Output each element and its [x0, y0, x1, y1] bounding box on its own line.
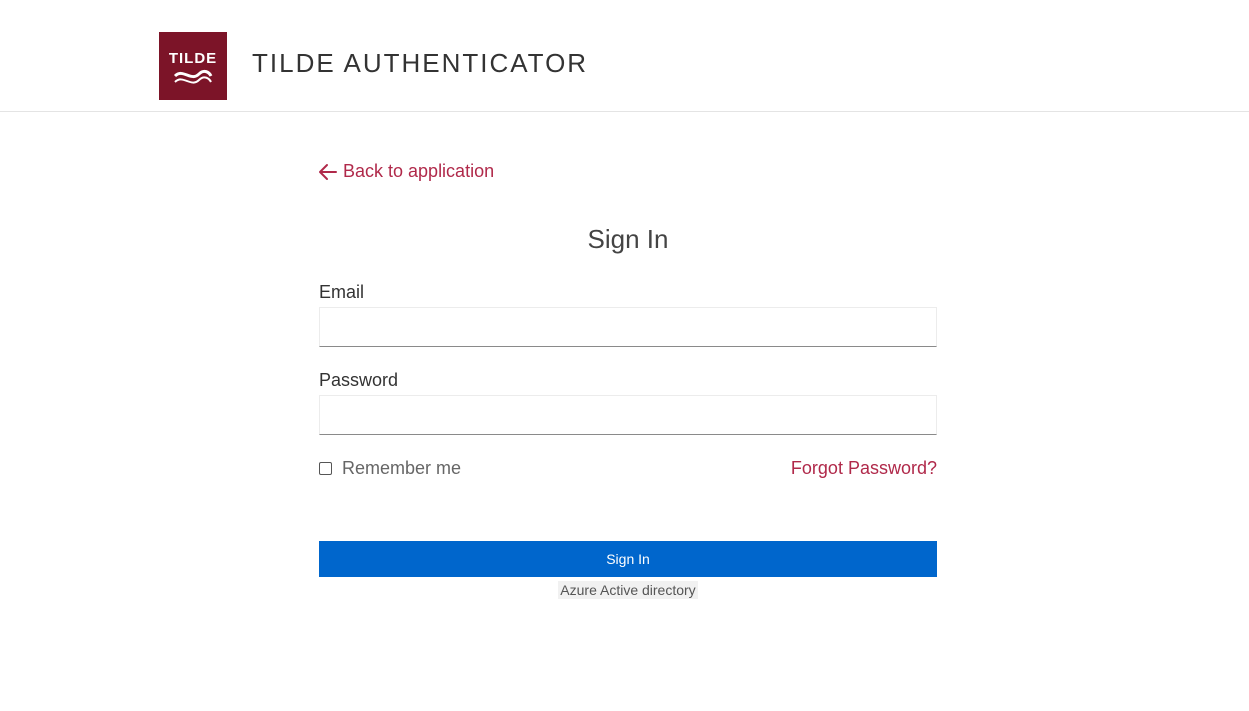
svg-text:TILDE: TILDE	[169, 50, 217, 67]
sign-in-button[interactable]: Sign In	[319, 541, 937, 577]
azure-ad-label[interactable]: Azure Active directory	[558, 581, 698, 599]
remember-me-label: Remember me	[342, 458, 462, 478]
email-label: Email	[319, 282, 365, 302]
tilde-logo: TILDE	[159, 32, 227, 100]
remember-me-row[interactable]: Remember me	[319, 458, 461, 479]
app-title: TILDE AUTHENTICATOR	[252, 48, 589, 78]
page-title: Sign In	[587, 224, 669, 254]
page-header: TILDE TILDE AUTHENTICATOR	[0, 0, 1249, 112]
back-to-application-link[interactable]: Back to application	[318, 161, 494, 182]
email-field[interactable]	[319, 307, 937, 347]
remember-me-checkbox[interactable]	[319, 462, 332, 475]
password-field[interactable]	[319, 395, 937, 435]
azure-ad-provider[interactable]: Azure Active directory	[319, 581, 937, 599]
arrow-left-icon	[319, 163, 337, 180]
password-label: Password	[319, 370, 399, 390]
forgot-password-link[interactable]: Forgot Password?	[791, 458, 937, 479]
back-link-label: Back to application	[343, 161, 495, 181]
